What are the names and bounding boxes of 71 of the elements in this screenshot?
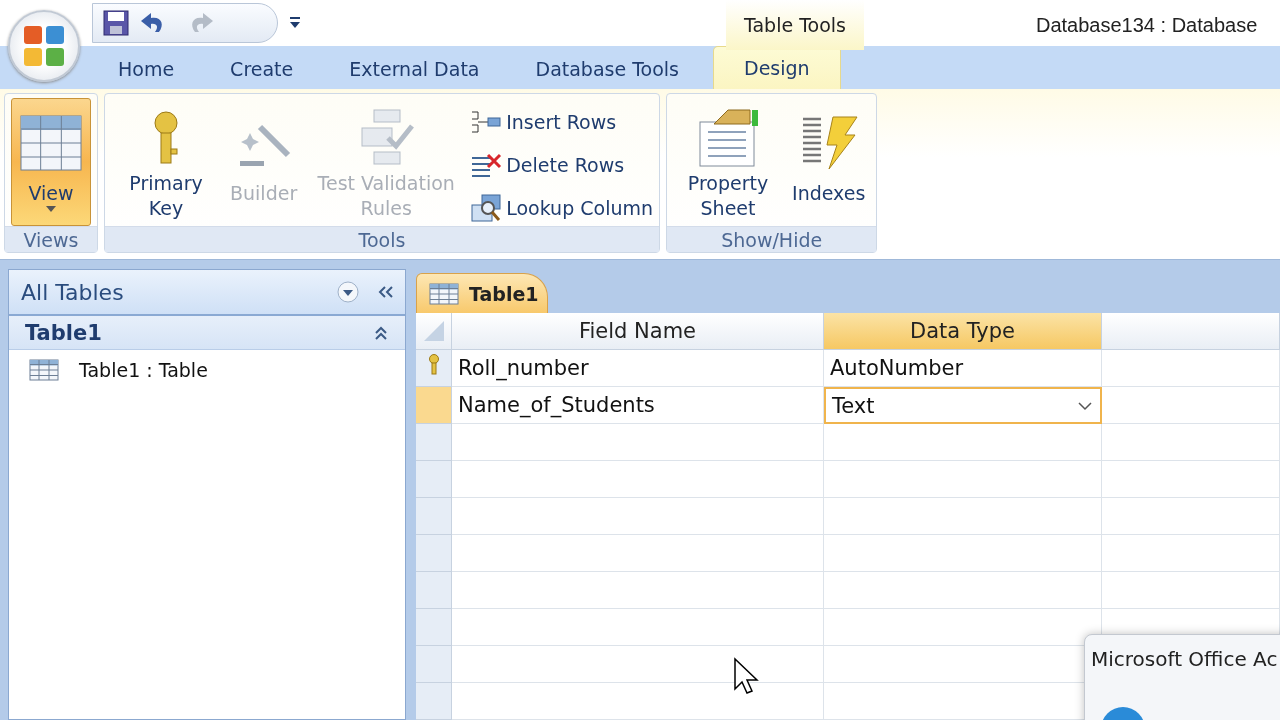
navigation-group[interactable]: Table1 [9, 316, 405, 350]
dialog-title: Microsoft Office Ac [1091, 647, 1279, 671]
select-all-corner[interactable] [416, 313, 452, 350]
table-cell[interactable]: Name_of_Students [452, 387, 824, 424]
table-cell[interactable] [452, 424, 824, 461]
ribbon-button[interactable]: Indexes [787, 98, 871, 226]
save-icon[interactable] [103, 9, 129, 36]
table-cell[interactable] [452, 498, 824, 535]
ribbon-button[interactable]: Primary Key [111, 98, 221, 226]
ribbon-button[interactable]: View [11, 98, 91, 226]
row-selector[interactable] [416, 646, 452, 683]
collapse-pane-icon[interactable] [377, 285, 395, 299]
delete-rows-icon [470, 152, 503, 178]
row-selector[interactable] [416, 350, 452, 387]
ribbon-button[interactable]: Property Sheet [673, 98, 784, 226]
ribbon-group-label: Show/Hide [667, 226, 877, 252]
table-cell[interactable]: AutoNumber [824, 350, 1102, 387]
ribbon-tab[interactable]: Design [713, 46, 841, 89]
dropdown-caret-icon [46, 206, 56, 212]
navigation-item[interactable]: Table1 : Table [9, 350, 405, 390]
window-title: Database134 : Database [1036, 14, 1258, 37]
table-cell[interactable]: Roll_number [452, 350, 824, 387]
table-cell[interactable] [824, 424, 1102, 461]
group-title: Table1 [25, 320, 103, 345]
ribbon-tab[interactable]: Database Tools [513, 49, 701, 89]
datasheet-icon [20, 115, 82, 171]
key-icon [426, 354, 441, 376]
key-icon [153, 111, 179, 165]
table-icon [29, 359, 59, 381]
ribbon-group-label: Tools [105, 226, 660, 252]
row-selector[interactable] [416, 387, 452, 424]
office-logo-icon [22, 24, 66, 68]
collapse-icon[interactable] [373, 324, 389, 341]
lookup-icon [470, 193, 503, 223]
column-header[interactable]: Field Name [452, 313, 824, 350]
dropdown-icon[interactable] [337, 281, 359, 303]
ribbon-button[interactable]: Delete Rows [470, 147, 654, 183]
table-cell[interactable] [824, 461, 1102, 498]
row-selector[interactable] [416, 572, 452, 609]
row-selector[interactable] [416, 609, 452, 646]
mouse-pointer-icon [733, 657, 759, 695]
row-selector[interactable] [416, 683, 452, 720]
insert-rows-icon [470, 109, 503, 135]
table-cell[interactable] [452, 609, 824, 646]
row-selector[interactable] [416, 498, 452, 535]
table-cell[interactable] [824, 498, 1102, 535]
data-type-dropdown[interactable]: Text [824, 387, 1102, 424]
row-selector[interactable] [416, 535, 452, 572]
row-selector[interactable] [416, 461, 452, 498]
ribbon-button[interactable]: Insert Rows [470, 104, 654, 140]
table-cell[interactable] [452, 461, 824, 498]
corner-triangle-icon [423, 321, 444, 341]
navigation-pane-header[interactable]: All Tables [9, 270, 405, 316]
table-icon [429, 282, 459, 305]
ribbon-tab[interactable]: Home [96, 49, 197, 89]
flowchart-icon [358, 108, 415, 168]
table-cell[interactable] [452, 535, 824, 572]
property-sheet-icon [696, 108, 761, 168]
column-header[interactable]: Data Type [824, 313, 1102, 350]
row-selector[interactable] [416, 424, 452, 461]
ribbon-button[interactable]: Lookup Column [470, 190, 654, 226]
document-tab[interactable]: Table1 [416, 273, 548, 313]
ribbon-tab[interactable]: Create [208, 49, 316, 89]
ribbon-tab[interactable]: External Data [327, 49, 502, 89]
table-cell[interactable] [452, 572, 824, 609]
table-cell[interactable] [824, 572, 1102, 609]
ribbon-group-label: Views [5, 226, 97, 252]
contextual-tab-label: Table Tools [726, 0, 864, 50]
pane-title: All Tables [21, 279, 125, 305]
office-button[interactable] [8, 10, 80, 82]
table-cell[interactable] [824, 535, 1102, 572]
